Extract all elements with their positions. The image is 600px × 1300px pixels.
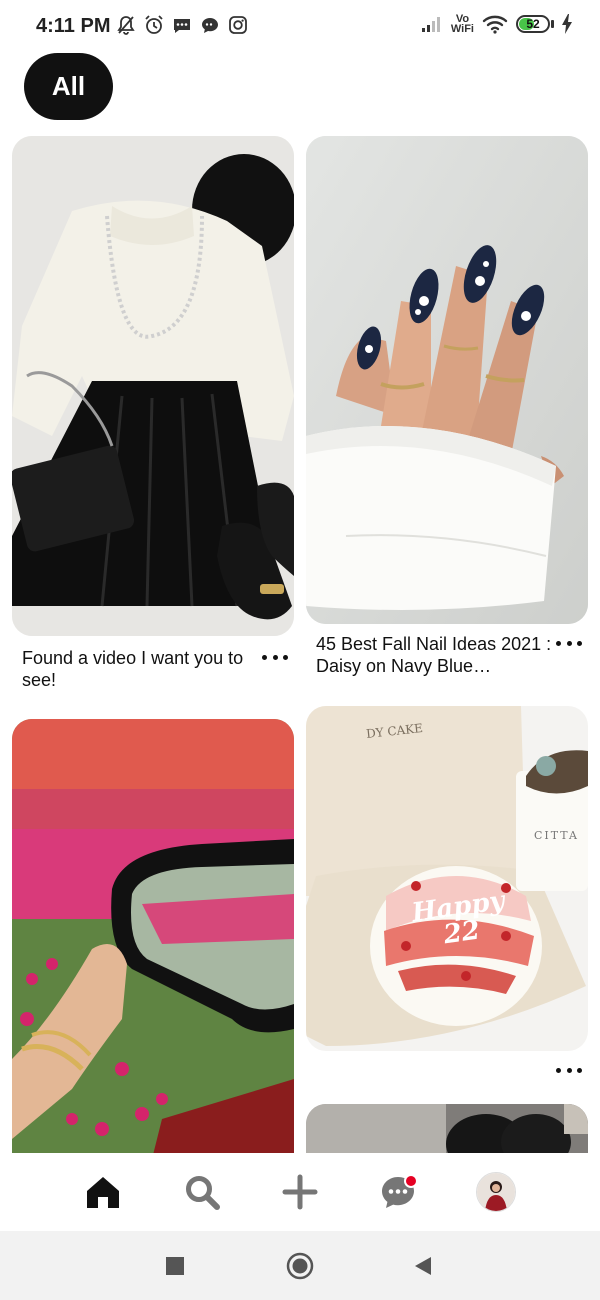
status-bar: 4:11 PM Vo WiFi 52	[0, 0, 600, 56]
pin-more-button[interactable]	[262, 651, 288, 663]
pin-image-tulips[interactable]	[12, 719, 294, 1159]
pin-image-outfit[interactable]	[12, 136, 294, 636]
nav-search[interactable]	[180, 1170, 224, 1214]
chat-bubble-icon	[202, 18, 218, 33]
home-circle-icon	[286, 1252, 314, 1280]
system-nav-bar	[0, 1231, 600, 1300]
create-icon	[282, 1174, 318, 1210]
mute-icon	[117, 16, 135, 35]
nav-create[interactable]	[278, 1170, 322, 1214]
instagram-icon	[229, 16, 247, 34]
message-icon	[174, 19, 190, 33]
battery-indicator: 52	[516, 15, 550, 33]
recent-apps-button[interactable]	[160, 1251, 190, 1281]
status-time: 4:11 PM	[36, 15, 111, 37]
home-system-button[interactable]	[285, 1251, 315, 1281]
nav-messages[interactable]	[376, 1170, 420, 1214]
back-button[interactable]	[408, 1251, 438, 1281]
alarm-icon	[145, 15, 163, 34]
pin-image-cake[interactable]: DY CAKE CITTA Happy 22	[306, 706, 588, 1051]
candle-label-text: CITTA	[534, 829, 579, 842]
back-icon	[415, 1257, 431, 1275]
pin-more-button[interactable]	[556, 637, 582, 649]
nav-home[interactable]	[81, 1170, 125, 1214]
nav-profile[interactable]	[474, 1170, 518, 1214]
recent-apps-icon	[166, 1257, 184, 1275]
search-icon	[186, 1176, 220, 1210]
pin-title[interactable]: 45 Best Fall Nail Ideas 2021 : Daisy on …	[316, 633, 554, 677]
home-icon	[87, 1177, 119, 1208]
pin-title[interactable]: Found a video I want you to see!	[22, 647, 258, 691]
profile-avatar	[476, 1172, 516, 1212]
vowifi-indicator: Vo WiFi	[450, 13, 474, 35]
signal-icon	[421, 17, 440, 32]
pin-more-button[interactable]	[556, 1064, 582, 1076]
pin-image-nails[interactable]	[306, 136, 588, 624]
charging-icon	[562, 14, 572, 34]
bottom-nav	[0, 1153, 600, 1231]
notification-dot	[404, 1174, 418, 1188]
filter-chip-all[interactable]: All	[24, 53, 113, 120]
wifi-icon	[482, 15, 508, 34]
